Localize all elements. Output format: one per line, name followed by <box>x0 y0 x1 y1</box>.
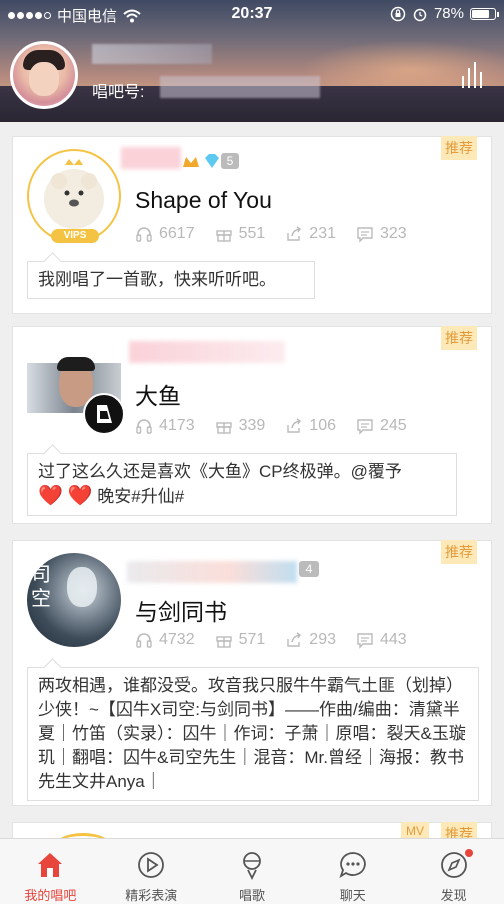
chat-icon <box>339 852 366 879</box>
profile-name-blurred <box>92 44 212 64</box>
nav-sing[interactable]: 唱歌 <box>202 839 303 904</box>
gift-icon <box>215 636 232 648</box>
username-blurred <box>121 147 181 169</box>
feed-card[interactable]: 推荐 4 司 空 与剑同书 4732 571 293 443 两攻相遇，谁都没受… <box>12 540 492 806</box>
message-box: 两攻相遇，谁都没受。攻音我只服牛牛霸气土匪（划掉）少侠！~【囚牛X司空:与剑同书… <box>27 667 479 801</box>
feed-card[interactable]: 推荐 大鱼 4173 339 106 245 过了这么久还是喜欢《大鱼》CP终极… <box>12 326 492 524</box>
message-text: 我刚唱了一首歌，快来听听吧。 <box>38 270 276 289</box>
message-text-line2: ❤️ ❤️ 晚安#升仙# <box>38 485 185 507</box>
rotation-lock-icon <box>390 6 406 21</box>
vip-badge: VIPS <box>51 229 99 243</box>
stats-row: 4732 571 293 443 <box>135 631 407 649</box>
nav-my-changba[interactable]: 我的唱吧 <box>0 839 101 904</box>
battery-percent: 78% <box>433 5 464 22</box>
recommend-badge: 推荐 <box>441 136 477 160</box>
status-bar: 中国电信 20:37 78% <box>0 0 504 28</box>
share-icon <box>287 632 302 647</box>
song-title[interactable]: 与剑同书 <box>135 593 227 627</box>
gift-count: 551 <box>215 225 265 243</box>
share-count: 231 <box>285 225 336 243</box>
message-box: 我刚唱了一首歌，快来听听吧。 <box>27 261 315 299</box>
nav-performances[interactable]: 精彩表演 <box>101 839 202 904</box>
feed-card[interactable]: 推荐 VIPS 5 Shape of You 6617 551 231 323 … <box>12 136 492 314</box>
comment-icon <box>357 419 373 435</box>
play-icon <box>138 852 165 878</box>
song-title[interactable]: Shape of You <box>135 187 272 214</box>
comment-count: 443 <box>356 631 407 649</box>
avatar-text: 司 空 <box>31 564 51 610</box>
music-bars-icon[interactable] <box>462 62 482 88</box>
comment-icon <box>357 227 373 243</box>
username-blurred <box>129 341 285 363</box>
profile-avatar[interactable] <box>10 41 78 109</box>
share-count: 293 <box>285 631 336 649</box>
gift-icon <box>215 230 232 242</box>
heart-emoji-icon: ❤️ <box>67 485 93 507</box>
username-blurred <box>127 561 297 583</box>
notification-dot <box>465 849 474 857</box>
share-icon <box>287 226 302 241</box>
listen-count: 4732 <box>135 631 195 649</box>
user-avatar[interactable]: 司 空 <box>27 553 121 647</box>
comment-count: 245 <box>356 417 407 435</box>
nav-discover[interactable]: 发现 <box>403 839 504 904</box>
message-text-line1: 过了这么久还是喜欢《大鱼》CP终极弹。@覆予 <box>38 462 402 481</box>
comment-icon <box>357 633 373 649</box>
crown-level-icon <box>183 157 199 167</box>
gift-count: 339 <box>215 417 265 435</box>
share-icon <box>287 418 302 433</box>
comment-count: 323 <box>356 225 407 243</box>
heart-emoji-icon: ❤️ <box>38 485 63 507</box>
battery-icon <box>470 7 499 20</box>
recommend-badge: 推荐 <box>441 540 477 564</box>
battery-fill <box>472 9 490 18</box>
changba-id-blurred <box>160 76 320 98</box>
headphones-icon <box>136 227 152 242</box>
home-icon <box>38 853 63 877</box>
changba-id-label: 唱吧号: <box>92 84 145 101</box>
diamond-icon <box>205 154 219 168</box>
level-badge: 4 <box>299 561 319 577</box>
headphones-icon <box>136 419 152 434</box>
listen-count: 6617 <box>135 225 195 243</box>
headphones-icon <box>136 633 152 648</box>
microphone-icon <box>243 852 261 881</box>
alarm-icon <box>413 8 427 21</box>
message-box: 过了这么久还是喜欢《大鱼》CP终极弹。@覆予 ❤️ ❤️ 晚安#升仙# <box>27 453 457 516</box>
stats-row: 6617 551 231 323 <box>135 225 407 243</box>
polar-bear-avatar-icon <box>44 159 104 229</box>
bottom-navigation: 我的唱吧 精彩表演 唱歌 聊天 发现 <box>0 838 504 904</box>
gift-count: 571 <box>215 631 265 649</box>
recommend-badge: 推荐 <box>441 326 477 350</box>
singer-badge-icon <box>83 393 125 435</box>
listen-count: 4173 <box>135 417 195 435</box>
profile-header: 中国电信 20:37 78% 唱吧号: <box>0 0 504 122</box>
share-count: 106 <box>285 417 336 435</box>
stats-row: 4173 339 106 245 <box>135 417 407 435</box>
song-title[interactable]: 大鱼 <box>135 377 181 411</box>
level-badge: 5 <box>221 153 239 169</box>
gift-icon <box>215 422 232 434</box>
nav-chat[interactable]: 聊天 <box>302 839 403 904</box>
message-text: 两攻相遇，谁都没受。攻音我只服牛牛霸气土匪（划掉）少侠！~【囚牛X司空:与剑同书… <box>38 676 466 791</box>
status-right: 78% <box>390 5 499 22</box>
